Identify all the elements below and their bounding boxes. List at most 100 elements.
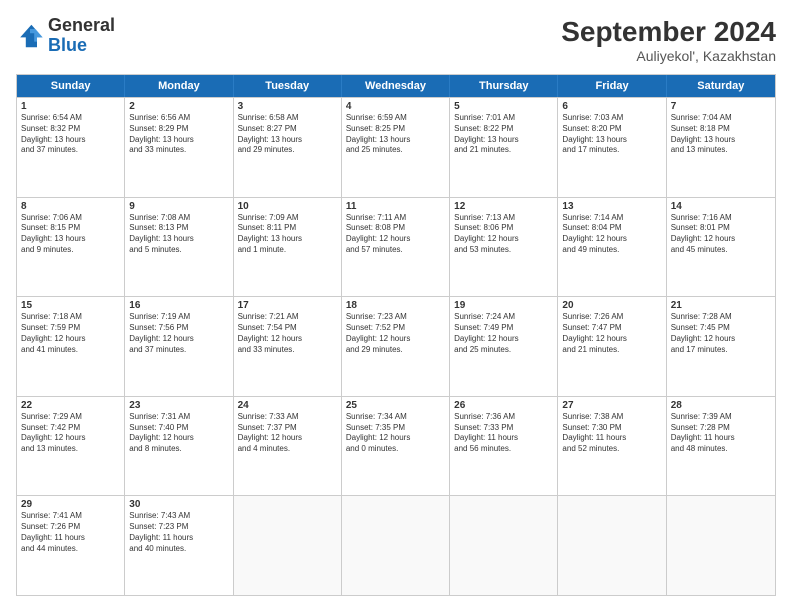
header: General Blue September 2024 Auliyekol', … bbox=[16, 16, 776, 64]
logo-text: General Blue bbox=[48, 16, 115, 56]
calendar-header: SundayMondayTuesdayWednesdayThursdayFrid… bbox=[17, 75, 775, 97]
cal-cell: 30Sunrise: 7:43 AMSunset: 7:23 PMDayligh… bbox=[125, 496, 233, 595]
day-number: 1 bbox=[21, 101, 120, 112]
cal-cell: 16Sunrise: 7:19 AMSunset: 7:56 PMDayligh… bbox=[125, 297, 233, 396]
day-number: 24 bbox=[238, 400, 337, 411]
cal-cell: 19Sunrise: 7:24 AMSunset: 7:49 PMDayligh… bbox=[450, 297, 558, 396]
header-day-sunday: Sunday bbox=[17, 75, 125, 97]
day-number: 14 bbox=[671, 201, 771, 212]
calendar-body: 1Sunrise: 6:54 AMSunset: 8:32 PMDaylight… bbox=[17, 97, 775, 595]
cell-text: Sunrise: 7:33 AMSunset: 7:37 PMDaylight:… bbox=[238, 412, 337, 455]
cal-cell: 11Sunrise: 7:11 AMSunset: 8:08 PMDayligh… bbox=[342, 198, 450, 297]
cal-cell bbox=[234, 496, 342, 595]
day-number: 17 bbox=[238, 300, 337, 311]
day-number: 26 bbox=[454, 400, 553, 411]
header-day-friday: Friday bbox=[558, 75, 666, 97]
day-number: 28 bbox=[671, 400, 771, 411]
cell-text: Sunrise: 7:39 AMSunset: 7:28 PMDaylight:… bbox=[671, 412, 771, 455]
cal-row-1: 8Sunrise: 7:06 AMSunset: 8:15 PMDaylight… bbox=[17, 197, 775, 297]
header-day-saturday: Saturday bbox=[667, 75, 775, 97]
cell-text: Sunrise: 7:23 AMSunset: 7:52 PMDaylight:… bbox=[346, 312, 445, 355]
cal-cell: 10Sunrise: 7:09 AMSunset: 8:11 PMDayligh… bbox=[234, 198, 342, 297]
cell-text: Sunrise: 7:09 AMSunset: 8:11 PMDaylight:… bbox=[238, 213, 337, 256]
cal-cell: 28Sunrise: 7:39 AMSunset: 7:28 PMDayligh… bbox=[667, 397, 775, 496]
cell-text: Sunrise: 7:16 AMSunset: 8:01 PMDaylight:… bbox=[671, 213, 771, 256]
day-number: 29 bbox=[21, 499, 120, 510]
cal-cell bbox=[558, 496, 666, 595]
cal-cell: 22Sunrise: 7:29 AMSunset: 7:42 PMDayligh… bbox=[17, 397, 125, 496]
cal-cell: 7Sunrise: 7:04 AMSunset: 8:18 PMDaylight… bbox=[667, 98, 775, 197]
cal-cell: 2Sunrise: 6:56 AMSunset: 8:29 PMDaylight… bbox=[125, 98, 233, 197]
cell-text: Sunrise: 7:41 AMSunset: 7:26 PMDaylight:… bbox=[21, 511, 120, 554]
day-number: 16 bbox=[129, 300, 228, 311]
cal-cell: 9Sunrise: 7:08 AMSunset: 8:13 PMDaylight… bbox=[125, 198, 233, 297]
day-number: 21 bbox=[671, 300, 771, 311]
cell-text: Sunrise: 7:06 AMSunset: 8:15 PMDaylight:… bbox=[21, 213, 120, 256]
cell-text: Sunrise: 7:26 AMSunset: 7:47 PMDaylight:… bbox=[562, 312, 661, 355]
cell-text: Sunrise: 7:04 AMSunset: 8:18 PMDaylight:… bbox=[671, 113, 771, 156]
cal-cell: 3Sunrise: 6:58 AMSunset: 8:27 PMDaylight… bbox=[234, 98, 342, 197]
cal-cell: 20Sunrise: 7:26 AMSunset: 7:47 PMDayligh… bbox=[558, 297, 666, 396]
cal-cell: 21Sunrise: 7:28 AMSunset: 7:45 PMDayligh… bbox=[667, 297, 775, 396]
day-number: 15 bbox=[21, 300, 120, 311]
day-number: 27 bbox=[562, 400, 661, 411]
cal-cell: 13Sunrise: 7:14 AMSunset: 8:04 PMDayligh… bbox=[558, 198, 666, 297]
cell-text: Sunrise: 7:03 AMSunset: 8:20 PMDaylight:… bbox=[562, 113, 661, 156]
cal-cell bbox=[667, 496, 775, 595]
cell-text: Sunrise: 7:31 AMSunset: 7:40 PMDaylight:… bbox=[129, 412, 228, 455]
day-number: 25 bbox=[346, 400, 445, 411]
cal-cell: 8Sunrise: 7:06 AMSunset: 8:15 PMDaylight… bbox=[17, 198, 125, 297]
cell-text: Sunrise: 7:28 AMSunset: 7:45 PMDaylight:… bbox=[671, 312, 771, 355]
cal-cell: 14Sunrise: 7:16 AMSunset: 8:01 PMDayligh… bbox=[667, 198, 775, 297]
cal-cell bbox=[450, 496, 558, 595]
cal-cell: 12Sunrise: 7:13 AMSunset: 8:06 PMDayligh… bbox=[450, 198, 558, 297]
day-number: 9 bbox=[129, 201, 228, 212]
day-number: 4 bbox=[346, 101, 445, 112]
cell-text: Sunrise: 6:58 AMSunset: 8:27 PMDaylight:… bbox=[238, 113, 337, 156]
cell-text: Sunrise: 6:54 AMSunset: 8:32 PMDaylight:… bbox=[21, 113, 120, 156]
header-day-monday: Monday bbox=[125, 75, 233, 97]
cell-text: Sunrise: 7:01 AMSunset: 8:22 PMDaylight:… bbox=[454, 113, 553, 156]
cal-row-4: 29Sunrise: 7:41 AMSunset: 7:26 PMDayligh… bbox=[17, 495, 775, 595]
day-number: 6 bbox=[562, 101, 661, 112]
cell-text: Sunrise: 7:13 AMSunset: 8:06 PMDaylight:… bbox=[454, 213, 553, 256]
day-number: 5 bbox=[454, 101, 553, 112]
cell-text: Sunrise: 7:38 AMSunset: 7:30 PMDaylight:… bbox=[562, 412, 661, 455]
cal-cell: 27Sunrise: 7:38 AMSunset: 7:30 PMDayligh… bbox=[558, 397, 666, 496]
day-number: 11 bbox=[346, 201, 445, 212]
cal-cell: 26Sunrise: 7:36 AMSunset: 7:33 PMDayligh… bbox=[450, 397, 558, 496]
header-day-thursday: Thursday bbox=[450, 75, 558, 97]
cell-text: Sunrise: 6:59 AMSunset: 8:25 PMDaylight:… bbox=[346, 113, 445, 156]
cell-text: Sunrise: 7:19 AMSunset: 7:56 PMDaylight:… bbox=[129, 312, 228, 355]
subtitle: Auliyekol', Kazakhstan bbox=[561, 48, 776, 64]
cell-text: Sunrise: 7:34 AMSunset: 7:35 PMDaylight:… bbox=[346, 412, 445, 455]
cal-cell: 18Sunrise: 7:23 AMSunset: 7:52 PMDayligh… bbox=[342, 297, 450, 396]
title-block: September 2024 Auliyekol', Kazakhstan bbox=[561, 16, 776, 64]
cal-row-0: 1Sunrise: 6:54 AMSunset: 8:32 PMDaylight… bbox=[17, 97, 775, 197]
day-number: 7 bbox=[671, 101, 771, 112]
cal-cell: 6Sunrise: 7:03 AMSunset: 8:20 PMDaylight… bbox=[558, 98, 666, 197]
day-number: 23 bbox=[129, 400, 228, 411]
cal-cell: 23Sunrise: 7:31 AMSunset: 7:40 PMDayligh… bbox=[125, 397, 233, 496]
cell-text: Sunrise: 7:43 AMSunset: 7:23 PMDaylight:… bbox=[129, 511, 228, 554]
cell-text: Sunrise: 7:18 AMSunset: 7:59 PMDaylight:… bbox=[21, 312, 120, 355]
cal-cell: 25Sunrise: 7:34 AMSunset: 7:35 PMDayligh… bbox=[342, 397, 450, 496]
cell-text: Sunrise: 7:14 AMSunset: 8:04 PMDaylight:… bbox=[562, 213, 661, 256]
day-number: 2 bbox=[129, 101, 228, 112]
header-day-wednesday: Wednesday bbox=[342, 75, 450, 97]
logo: General Blue bbox=[16, 16, 115, 56]
day-number: 22 bbox=[21, 400, 120, 411]
cell-text: Sunrise: 7:36 AMSunset: 7:33 PMDaylight:… bbox=[454, 412, 553, 455]
cell-text: Sunrise: 7:29 AMSunset: 7:42 PMDaylight:… bbox=[21, 412, 120, 455]
main-title: September 2024 bbox=[561, 16, 776, 48]
day-number: 19 bbox=[454, 300, 553, 311]
cal-cell: 17Sunrise: 7:21 AMSunset: 7:54 PMDayligh… bbox=[234, 297, 342, 396]
day-number: 30 bbox=[129, 499, 228, 510]
cal-cell: 5Sunrise: 7:01 AMSunset: 8:22 PMDaylight… bbox=[450, 98, 558, 197]
cal-cell: 15Sunrise: 7:18 AMSunset: 7:59 PMDayligh… bbox=[17, 297, 125, 396]
day-number: 10 bbox=[238, 201, 337, 212]
day-number: 20 bbox=[562, 300, 661, 311]
cell-text: Sunrise: 6:56 AMSunset: 8:29 PMDaylight:… bbox=[129, 113, 228, 156]
day-number: 8 bbox=[21, 201, 120, 212]
day-number: 12 bbox=[454, 201, 553, 212]
